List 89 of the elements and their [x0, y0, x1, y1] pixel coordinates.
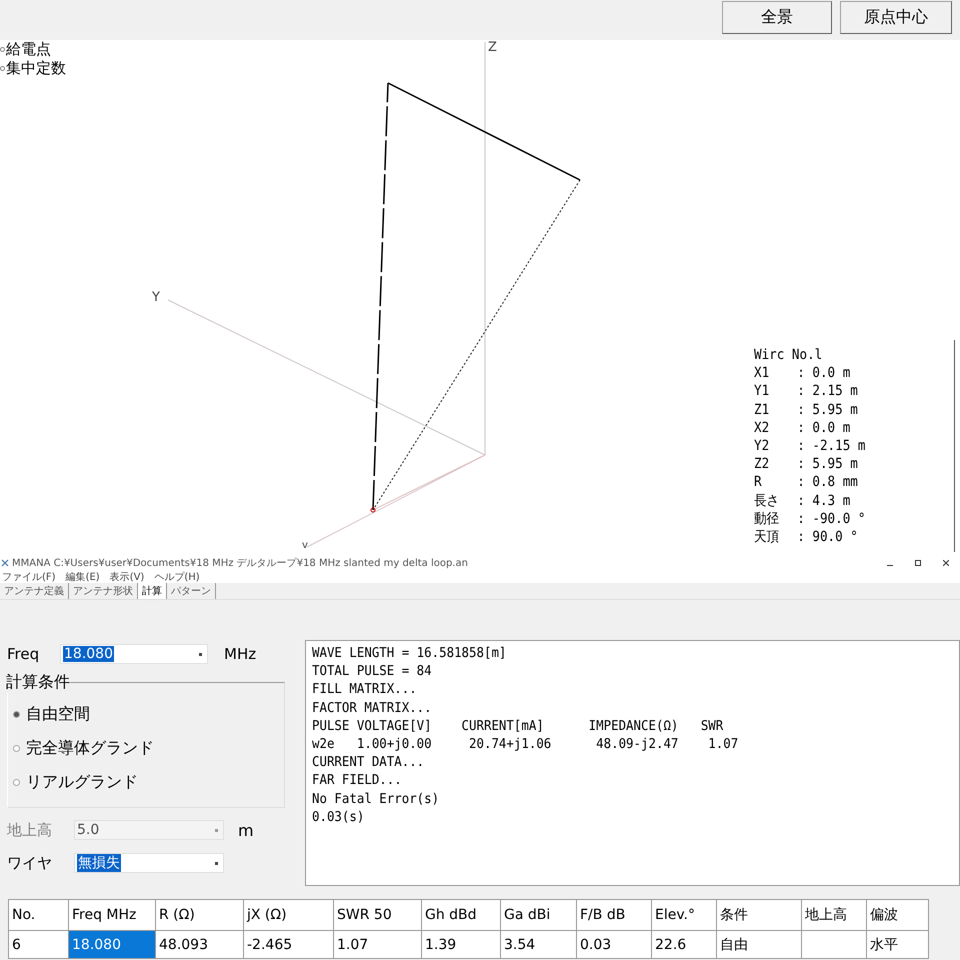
- column-header: 条件: [716, 900, 802, 930]
- table-cell: 3.54: [500, 930, 576, 958]
- wire-dropdown[interactable]: 無損失: [74, 853, 224, 873]
- table-cell: 18.080: [68, 930, 156, 958]
- wire-info-title: Wirc No.l: [754, 346, 824, 364]
- height-label: 地上高: [7, 820, 53, 840]
- toolbar-button[interactable]: 原点中心: [840, 1, 952, 34]
- radio-button[interactable]: [13, 778, 20, 786]
- column-header: 地上高: [802, 900, 866, 930]
- toolbar-button[interactable]: 全景: [722, 1, 832, 34]
- log-line: PULSE VOLTAGE[V] CURRENT[mA] IMPEDANCE(Ω) SWR: [312, 716, 724, 736]
- menu-item[interactable]: 表示(V): [110, 570, 144, 583]
- column-header: R (Ω): [156, 900, 244, 930]
- wire-info-value: : -90.0 °: [797, 510, 866, 528]
- log-line: FACTOR MATRIX...: [312, 698, 433, 717]
- menu-item[interactable]: 編集(E): [66, 570, 100, 583]
- tab[interactable]: アンテナ定義: [0, 583, 69, 599]
- log-line: WAVE LENGTH = 16.581858[m]: [312, 644, 508, 662]
- table-cell: 1.39: [422, 930, 500, 958]
- legend-marker-icon: [0, 47, 5, 52]
- log-line: 0.03(s): [312, 808, 366, 826]
- table-cell: 0.03: [576, 930, 652, 958]
- radio-button[interactable]: [13, 744, 20, 752]
- wire-info-label: Z1: [754, 400, 770, 419]
- legend-label: 集中定数: [6, 59, 66, 78]
- freq-label: Freq: [7, 645, 40, 663]
- wire-info-value: : 90.0 °: [797, 528, 858, 546]
- wire-info-value: : 5.95 m: [797, 400, 858, 419]
- column-header: Gh dBd: [422, 900, 500, 930]
- wire-info-value: : 0.0 m: [797, 364, 850, 382]
- wire-info-label: Y1: [754, 382, 770, 401]
- spin-icon: [199, 652, 202, 656]
- wire-info-label: 天頂: [754, 528, 780, 546]
- wire-label: ワイヤ: [7, 854, 53, 872]
- log-line: FAR FIELD...: [312, 771, 403, 790]
- wire-info-label: X1: [754, 364, 770, 382]
- wire-info-value: : 0.0 m: [797, 418, 850, 438]
- group-title: 計算条件: [6, 672, 70, 693]
- tab[interactable]: パターン: [167, 583, 216, 599]
- log-line: FILL MATRIX...: [312, 680, 418, 699]
- table-cell: -2.465: [244, 930, 334, 958]
- column-header: jX (Ω): [244, 900, 334, 930]
- column-header: Elev.°: [652, 900, 716, 930]
- table-cell: 22.6: [652, 930, 716, 958]
- radio-label: 自由空間: [26, 704, 90, 724]
- wire-info-label: Y2: [754, 437, 770, 456]
- wire-info-label: R: [754, 473, 763, 492]
- radio-label: 完全導体グランド: [26, 738, 154, 758]
- wire-info-label: X2: [754, 418, 770, 438]
- wire-info-value: : 5.95 m: [797, 455, 858, 474]
- menu-item[interactable]: ファイル(F): [2, 570, 56, 583]
- log-line: TOTAL PULSE = 84: [312, 662, 433, 680]
- legend-marker-icon: [0, 66, 5, 71]
- axis-label: v: [302, 540, 308, 551]
- freq-field[interactable]: 18.080: [60, 644, 208, 664]
- table-cell: 水平: [866, 930, 928, 958]
- wire-info-value: : 4.3 m: [797, 492, 850, 510]
- wire-info-label: Z2: [754, 455, 770, 474]
- column-header: SWR 50: [334, 900, 422, 930]
- column-header: Ga dBi: [500, 900, 576, 930]
- wire-info-value: : 2.15 m: [797, 382, 858, 401]
- axis-label: Y: [152, 290, 160, 305]
- log-line: CURRENT DATA...: [312, 753, 426, 772]
- axis-label: Z: [488, 40, 497, 55]
- feed-point-marker: [370, 508, 376, 512]
- menu-item[interactable]: ヘルプ(H): [154, 570, 200, 583]
- radio-label: リアルグランド: [26, 772, 138, 792]
- log-line: No Fatal Error(s): [312, 790, 440, 808]
- window-title: MMANA C:¥Users¥user¥Documents¥18 MHz デルタループ¥18 MHz slanted my delta loop.an: [12, 556, 469, 570]
- radio-button[interactable]: [13, 710, 20, 718]
- unit-label: m: [238, 820, 254, 840]
- legend-label: 給電点: [6, 40, 51, 59]
- wire-info-label: 長さ: [754, 492, 780, 510]
- wire-info-label: 動径: [754, 510, 780, 528]
- log-line: w2e 1.00+j0.00 20.74+j1.06 48.09-j2.47 1.07: [312, 735, 740, 754]
- app-icon: [1, 558, 9, 566]
- column-header: 偏波: [866, 900, 928, 930]
- maximize-icon[interactable]: [915, 560, 921, 566]
- column-header: F/B dB: [576, 900, 652, 930]
- wire-info-value: : -2.15 m: [797, 437, 866, 456]
- table-cell: 1.07: [334, 930, 422, 958]
- spin-icon: [215, 828, 218, 832]
- close-icon[interactable]: [943, 560, 949, 566]
- wire-info-value: : 0.8 mm: [797, 473, 858, 492]
- table-cell: 48.093: [156, 930, 244, 958]
- unit-label: MHz: [224, 645, 256, 663]
- table-cell: 自由: [716, 930, 802, 958]
- column-header: No.: [8, 900, 68, 930]
- tab[interactable]: 計算: [138, 583, 167, 599]
